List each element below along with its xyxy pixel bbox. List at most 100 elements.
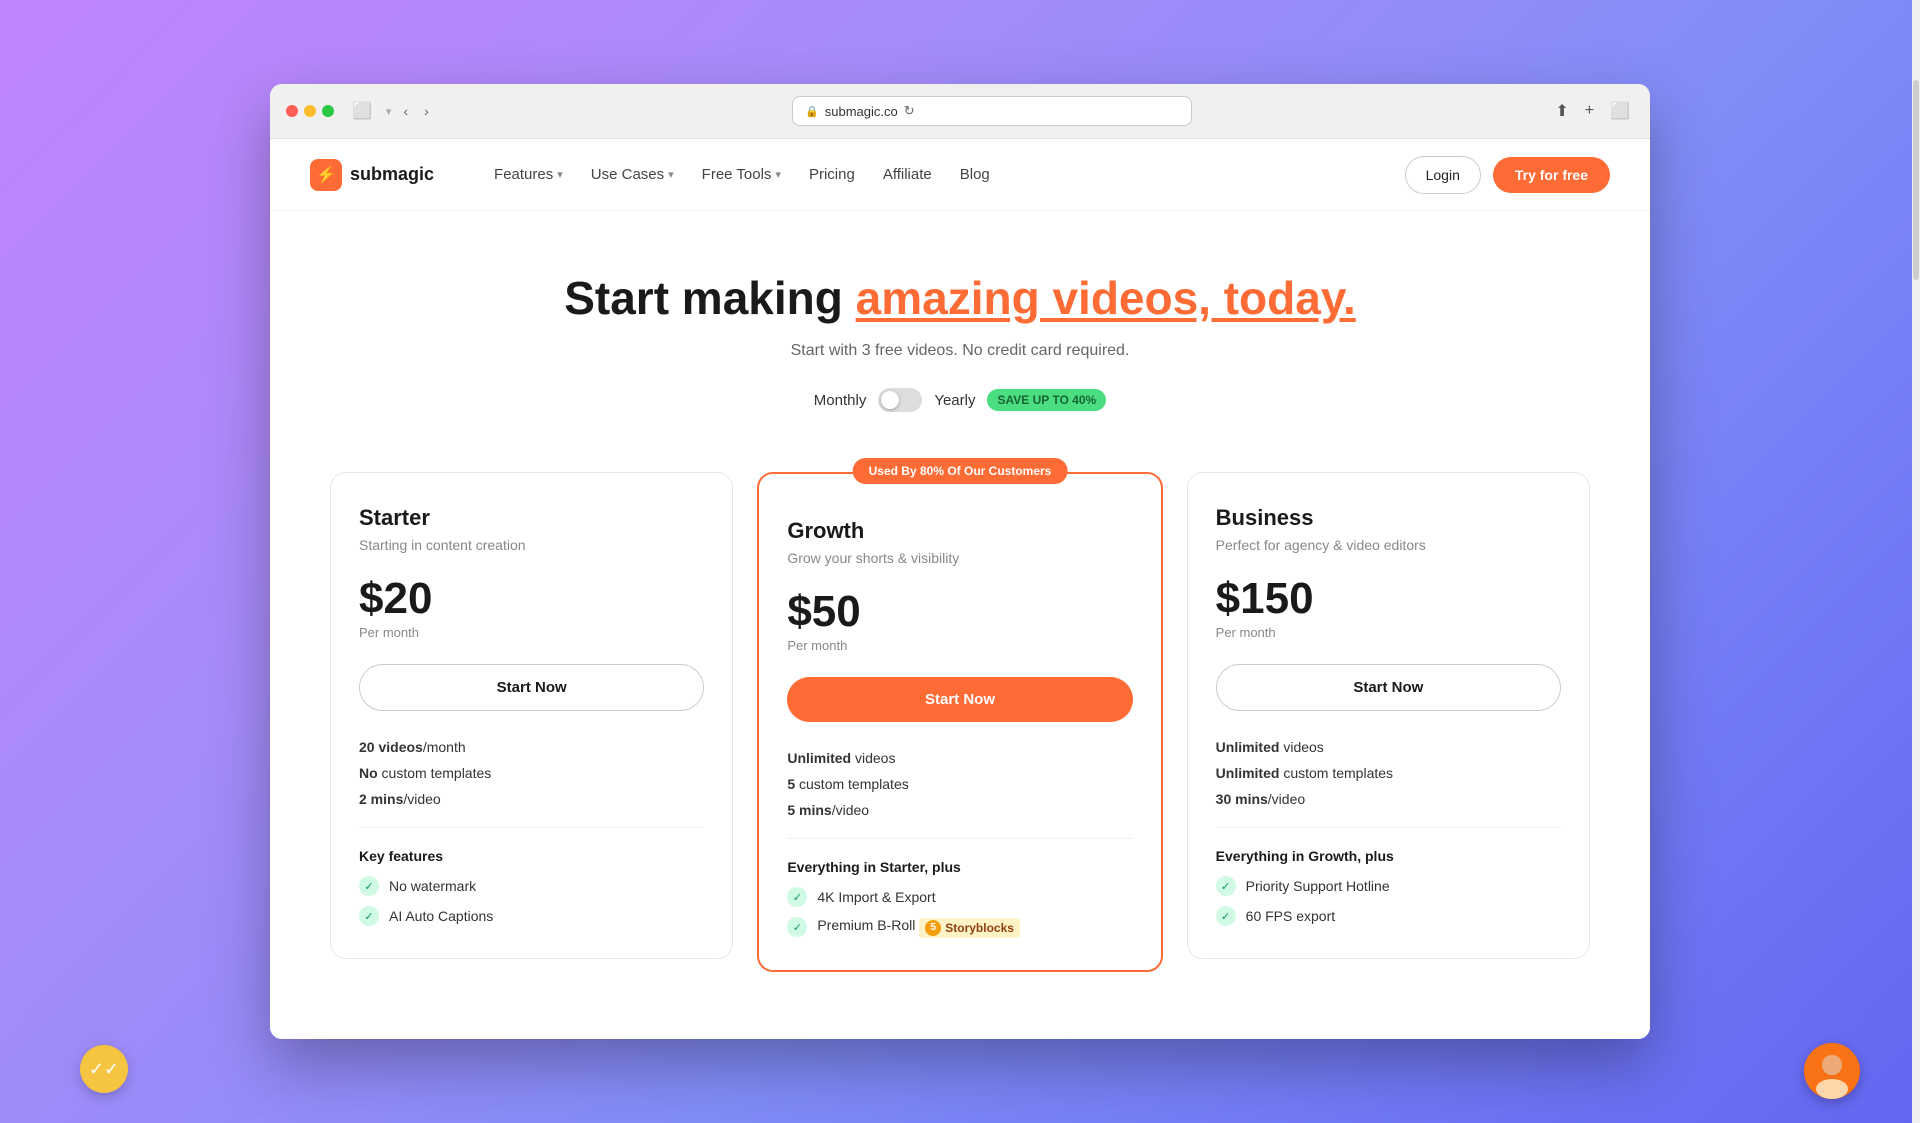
billing-toggle: Monthly Yearly SAVE UP TO 40%	[310, 388, 1610, 412]
fullscreen-button[interactable]	[322, 105, 334, 117]
back-button[interactable]: ‹	[399, 99, 412, 123]
list-item: Unlimited custom templates	[1216, 765, 1561, 781]
browser-actions: ⬆ + ⬜	[1551, 97, 1634, 125]
browser-chrome: ⬜ ▾ ‹ › 🔒 submagic.co ↻ ⬆ + ⬜	[270, 84, 1650, 139]
start-now-button-business[interactable]: Start Now	[1216, 664, 1561, 711]
hero-subtitle: Start with 3 free videos. No credit card…	[310, 342, 1610, 360]
storyblocks-badge: 5 Storyblocks	[919, 918, 1020, 938]
growth-stats: Unlimited videos 5 custom templates 5 mi…	[787, 750, 1132, 818]
plan-name-growth: Growth	[787, 518, 1132, 544]
list-item: Unlimited videos	[787, 750, 1132, 766]
share-button[interactable]: ⬆	[1551, 97, 1572, 125]
check-icon: ✓	[787, 917, 807, 937]
list-item: 20 videos/month	[359, 739, 704, 755]
plan-period-starter: Per month	[359, 625, 704, 640]
business-stats: Unlimited videos Unlimited custom templa…	[1216, 739, 1561, 807]
check-icon: ✓	[1216, 906, 1236, 926]
plan-name-business: Business	[1216, 505, 1561, 531]
list-item: ✓ 60 FPS export	[1216, 906, 1561, 926]
plan-desc-starter: Starting in content creation	[359, 537, 704, 553]
minimize-button[interactable]	[304, 105, 316, 117]
list-item: 5 custom templates	[787, 776, 1132, 792]
page-content: ⚡ submagic Features ▾ Use Cases ▾ Free T…	[270, 139, 1650, 1039]
logo-text: submagic	[350, 164, 434, 185]
check-icon: ✓	[359, 906, 379, 926]
features-header-growth: Everything in Starter, plus	[787, 859, 1132, 875]
pricing-card-growth: Used By 80% Of Our Customers Growth Grow…	[757, 472, 1162, 972]
plan-desc-growth: Grow your shorts & visibility	[787, 550, 1132, 566]
refresh-button[interactable]: ↻	[904, 103, 915, 119]
pricing-card-starter: Starter Starting in content creation $20…	[330, 472, 733, 959]
divider	[1216, 827, 1561, 828]
login-button[interactable]: Login	[1405, 156, 1481, 194]
nav-item-affiliate[interactable]: Affiliate	[871, 158, 944, 191]
list-item: 5 mins/video	[787, 802, 1132, 818]
logo[interactable]: ⚡ submagic	[310, 159, 434, 191]
url-text: submagic.co	[825, 104, 898, 119]
billing-monthly-label: Monthly	[814, 392, 867, 409]
lock-icon: 🔒	[805, 105, 819, 118]
starter-features: ✓ No watermark ✓ AI Auto Captions	[359, 876, 704, 926]
storyblocks-label: Storyblocks	[945, 921, 1014, 935]
nav-links: Features ▾ Use Cases ▾ Free Tools ▾ Pric…	[482, 158, 1373, 191]
nav-item-features[interactable]: Features ▾	[482, 158, 575, 191]
pricing-section: Starter Starting in content creation $20…	[270, 452, 1650, 1012]
nav-item-pricing[interactable]: Pricing	[797, 158, 867, 191]
check-icon: ✓	[787, 887, 807, 907]
toggle-thumb	[881, 391, 899, 409]
sidebar-toggle-button[interactable]: ⬜	[346, 97, 378, 125]
chevron-icon: ▾	[557, 168, 563, 181]
avatar-image	[1804, 1043, 1860, 1099]
list-item: 30 mins/video	[1216, 791, 1561, 807]
features-header-business: Everything in Growth, plus	[1216, 848, 1561, 864]
list-item: ✓ Premium B-Roll 5 Storyblocks	[787, 917, 1132, 938]
nav-item-use-cases[interactable]: Use Cases ▾	[579, 158, 686, 191]
hero-section: Start making amazing videos, today. Star…	[270, 211, 1650, 452]
new-tab-button[interactable]: +	[1581, 98, 1598, 124]
growth-features: ✓ 4K Import & Export ✓ Premium B-Roll 5 …	[787, 887, 1132, 938]
plan-price-business: $150	[1216, 577, 1561, 621]
billing-toggle-switch[interactable]	[878, 388, 922, 412]
chat-icon: ✓✓	[89, 1059, 119, 1080]
features-header-starter: Key features	[359, 848, 704, 864]
billing-yearly-label: Yearly	[934, 392, 975, 409]
plan-name-starter: Starter	[359, 505, 704, 531]
nav-actions: Login Try for free	[1405, 156, 1610, 194]
traffic-lights	[286, 105, 334, 117]
browser-window: ⬜ ▾ ‹ › 🔒 submagic.co ↻ ⬆ + ⬜ ⚡ subma	[270, 84, 1650, 1039]
plan-period-business: Per month	[1216, 625, 1561, 640]
plan-desc-business: Perfect for agency & video editors	[1216, 537, 1561, 553]
chevron-icon: ▾	[775, 168, 781, 181]
nav-item-blog[interactable]: Blog	[948, 158, 1002, 191]
address-bar-container: 🔒 submagic.co ↻	[445, 96, 1540, 126]
list-item: 2 mins/video	[359, 791, 704, 807]
pricing-card-business: Business Perfect for agency & video edit…	[1187, 472, 1590, 959]
start-now-button-growth[interactable]: Start Now	[787, 677, 1132, 722]
chevron-icon: ▾	[668, 168, 674, 181]
close-button[interactable]	[286, 105, 298, 117]
chevron-down-icon: ▾	[386, 105, 392, 118]
address-bar[interactable]: 🔒 submagic.co ↻	[792, 96, 1192, 126]
tabs-overview-button[interactable]: ⬜	[1606, 97, 1634, 125]
list-item: ✓ AI Auto Captions	[359, 906, 704, 926]
chat-bubble[interactable]: ✓✓	[80, 1045, 128, 1093]
browser-controls: ⬜ ▾ ‹ ›	[346, 97, 433, 125]
nav-item-free-tools[interactable]: Free Tools ▾	[690, 158, 793, 191]
check-icon: ✓	[1216, 876, 1236, 896]
starter-stats: 20 videos/month No custom templates 2 mi…	[359, 739, 704, 807]
list-item: ✓ 4K Import & Export	[787, 887, 1132, 907]
logo-icon-symbol: ⚡	[316, 165, 336, 185]
featured-badge: Used By 80% Of Our Customers	[853, 458, 1068, 484]
start-now-button-starter[interactable]: Start Now	[359, 664, 704, 711]
list-item: No custom templates	[359, 765, 704, 781]
support-avatar[interactable]	[1804, 1043, 1860, 1099]
storyblocks-num: 5	[925, 920, 941, 936]
business-features: ✓ Priority Support Hotline ✓ 60 FPS expo…	[1216, 876, 1561, 926]
save-badge: SAVE UP TO 40%	[987, 389, 1106, 411]
navbar: ⚡ submagic Features ▾ Use Cases ▾ Free T…	[270, 139, 1650, 211]
hero-title: Start making amazing videos, today.	[310, 271, 1610, 326]
try-for-free-button[interactable]: Try for free	[1493, 157, 1610, 193]
divider	[787, 838, 1132, 839]
list-item: ✓ Priority Support Hotline	[1216, 876, 1561, 896]
forward-button[interactable]: ›	[420, 99, 433, 123]
